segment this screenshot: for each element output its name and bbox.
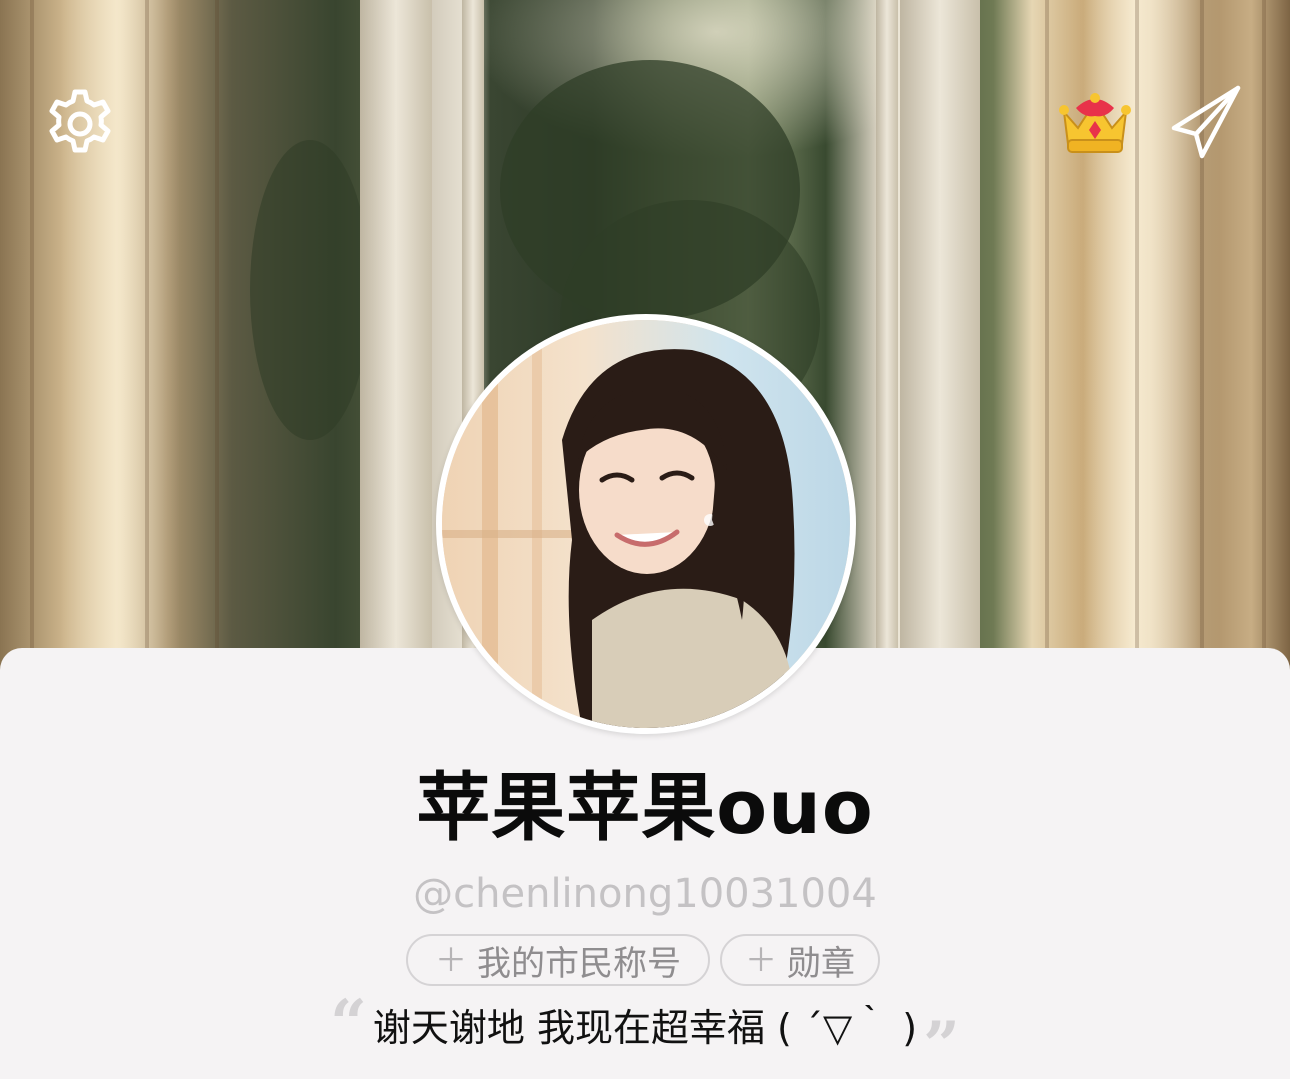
chip-label: 我的市民称号: [477, 943, 681, 984]
gear-icon[interactable]: [42, 86, 118, 162]
avatar[interactable]: [436, 314, 856, 734]
profile-screen: 苹果苹果ouo @chenlinong10031004 ＋ 我的市民称号 ＋ 勋…: [0, 0, 1290, 1079]
crown-icon[interactable]: [1056, 88, 1134, 158]
window-mullion-right: [876, 0, 898, 700]
display-name: 苹果苹果ouo: [416, 765, 874, 851]
profile-chips: ＋ 我的市民称号 ＋ 勋章: [0, 934, 1290, 986]
window-frame-left: [360, 0, 432, 700]
badge-chip[interactable]: ＋ 勋章: [720, 934, 880, 986]
paper-plane-icon[interactable]: [1166, 82, 1246, 162]
plus-icon: ＋: [744, 941, 777, 979]
close-quote-icon: ”: [923, 1008, 960, 1079]
citizen-title-chip[interactable]: ＋ 我的市民称号: [406, 934, 710, 986]
user-handle: @chenlinong10031004: [413, 871, 877, 917]
window-frame-right: [900, 0, 980, 700]
bio-text: 谢天谢地 我现在超幸福 ( ´▽｀ ): [372, 1006, 918, 1050]
bio: “ 谢天谢地 我现在超幸福 ( ´▽｀ ) ”: [0, 992, 1290, 1078]
chip-label: 勋章: [787, 943, 855, 984]
open-quote-icon: “: [330, 986, 367, 1061]
plus-icon: ＋: [434, 941, 467, 979]
